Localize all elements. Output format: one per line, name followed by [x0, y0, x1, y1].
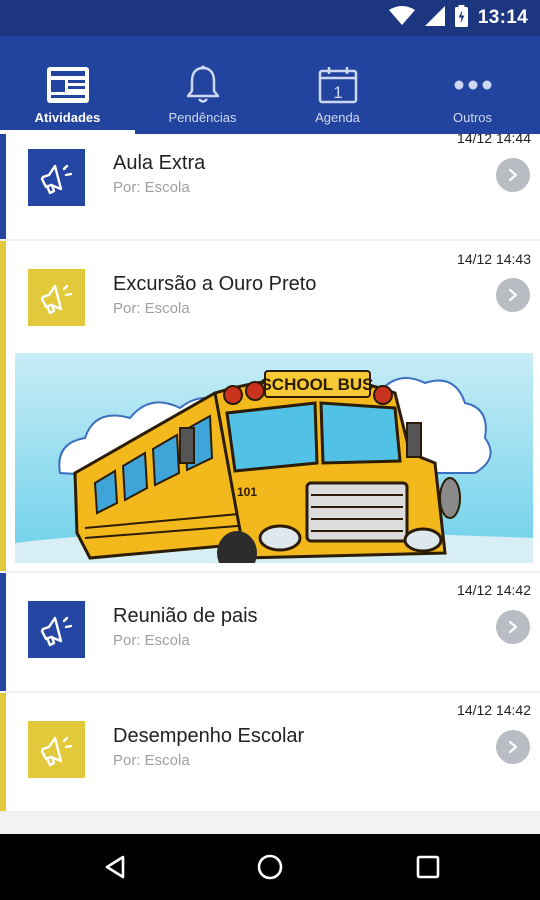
chevron-right-icon — [508, 168, 518, 182]
card-title: Reunião de pais — [113, 605, 258, 627]
megaphone-icon — [28, 269, 85, 326]
card-open-button[interactable] — [496, 730, 530, 764]
tab-label: Atividades — [34, 110, 101, 125]
tab-bar: Atividades Pendências 1 Agenda Outros — [0, 36, 540, 134]
megaphone-icon — [28, 149, 85, 206]
card-open-button[interactable] — [496, 158, 530, 192]
status-time: 13:14 — [477, 7, 528, 28]
recents-icon — [416, 855, 440, 879]
megaphone-icon — [28, 601, 85, 658]
more-dots-icon — [453, 64, 493, 106]
tab-outros[interactable]: Outros — [405, 36, 540, 134]
card-accent-stripe — [0, 693, 6, 811]
tab-label: Outros — [452, 110, 492, 125]
tab-label: Agenda — [315, 110, 360, 125]
battery-charging-icon — [454, 4, 468, 32]
activity-card-aula-extra[interactable]: 14/12 14:44 Aula Extra Por: Escola — [0, 134, 540, 239]
tab-pendencias[interactable]: Pendências — [135, 36, 270, 134]
activity-card-reuniao[interactable]: 14/12 14:42 Reunião de pais Por: Escola — [0, 573, 540, 691]
card-title: Aula Extra — [113, 152, 206, 174]
card-timestamp: 14/12 14:42 — [457, 702, 531, 718]
status-icons: 13:14 — [388, 0, 528, 36]
card-author: Por: Escola — [113, 752, 190, 769]
calendar-day-number: 1 — [333, 83, 342, 102]
recents-button[interactable] — [388, 834, 468, 900]
card-author: Por: Escola — [113, 632, 190, 649]
card-title: Desempenho Escolar — [113, 725, 305, 747]
tab-agenda[interactable]: 1 Agenda — [270, 36, 405, 134]
megaphone-icon — [28, 721, 85, 778]
card-timestamp: 14/12 14:44 — [457, 134, 531, 146]
card-accent-stripe — [0, 573, 6, 691]
card-timestamp: 14/12 14:42 — [457, 582, 531, 598]
tab-label: Pendências — [168, 110, 237, 125]
card-accent-stripe — [0, 241, 6, 571]
home-button[interactable] — [230, 834, 310, 900]
card-author: Por: Escola — [113, 179, 190, 196]
cell-signal-icon — [424, 5, 445, 31]
card-accent-stripe — [0, 134, 6, 239]
activity-feed[interactable]: 14/12 14:44 Aula Extra Por: Escola 14/12… — [0, 134, 540, 830]
card-timestamp: 14/12 14:43 — [457, 251, 531, 267]
chevron-right-icon — [508, 620, 518, 634]
back-button[interactable] — [75, 834, 155, 900]
chevron-right-icon — [508, 740, 518, 754]
calendar-icon: 1 — [318, 64, 358, 106]
back-icon — [105, 855, 125, 879]
chevron-right-icon — [508, 288, 518, 302]
bell-icon — [185, 64, 221, 106]
wifi-icon — [388, 5, 415, 31]
activity-card-excursao[interactable]: 14/12 14:43 Excursão a Ouro Preto Por: E… — [0, 241, 540, 571]
card-title: Excursão a Ouro Preto — [113, 273, 317, 295]
system-nav-bar — [0, 834, 540, 900]
newspaper-icon — [46, 64, 90, 106]
tab-atividades[interactable]: Atividades — [0, 36, 135, 134]
card-open-button[interactable] — [496, 278, 530, 312]
school-bus-image[interactable]: SCHOOL BUS 101 — [15, 353, 533, 563]
home-icon — [257, 854, 283, 880]
bus-sign-text: SCHOOL BUS — [260, 375, 373, 394]
bus-number-text: 101 — [237, 485, 257, 499]
card-open-button[interactable] — [496, 610, 530, 644]
status-bar: 13:14 — [0, 0, 540, 36]
card-author: Por: Escola — [113, 300, 190, 317]
activity-card-desempenho[interactable]: 14/12 14:42 Desempenho Escolar Por: Esco… — [0, 693, 540, 811]
